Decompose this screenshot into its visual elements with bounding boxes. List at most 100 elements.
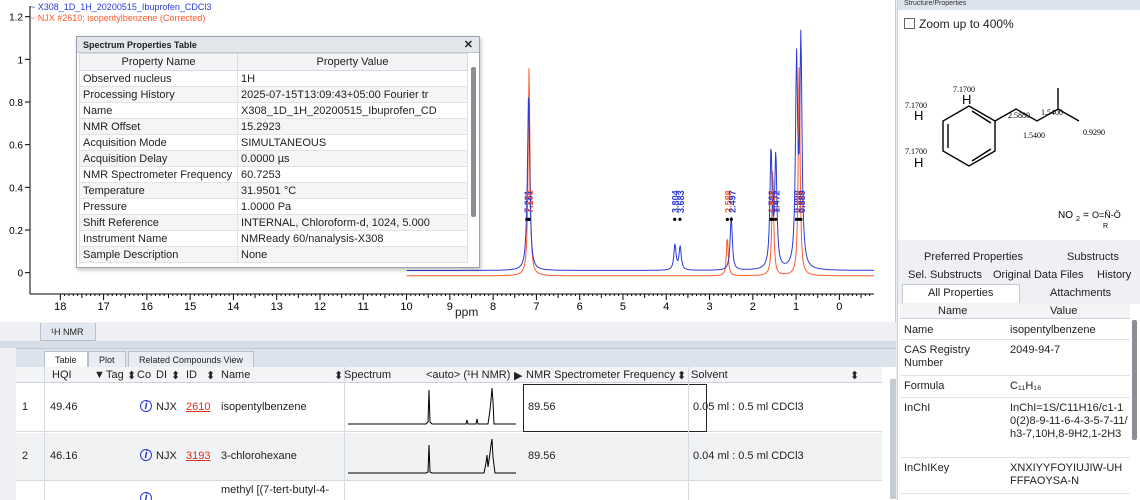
col-name[interactable]: Name xyxy=(938,305,967,317)
peak-marker xyxy=(799,217,803,221)
structure-panel-title: Structure/Properties xyxy=(898,0,1140,10)
sort-icon[interactable]: ⬍ xyxy=(850,369,859,382)
row-solvent: 0.04 ml : 0.5 ml CDCl3 xyxy=(693,450,804,462)
col-id[interactable]: ID xyxy=(186,369,197,381)
col-tag[interactable]: Tag xyxy=(106,369,124,381)
tab-attachments[interactable]: Attachments xyxy=(1050,287,1111,299)
grid-column-divider xyxy=(344,367,345,500)
table-row[interactable]: 1 49.46 i NJX 2610 isopentylbenzene 89.5… xyxy=(16,384,882,432)
property-row[interactable]: Formula C₁₁H₁₆ xyxy=(900,376,1130,398)
col-hqi[interactable]: HQI xyxy=(52,369,72,381)
x-tick-label: 1 xyxy=(793,301,799,313)
property-name: Temperature xyxy=(79,182,238,199)
x-tick-label: 7 xyxy=(533,301,539,313)
zoom-label: Zoom up to 400% xyxy=(919,17,1014,31)
col-auto-nmr[interactable]: <auto> (¹H NMR) xyxy=(426,369,510,381)
row-id-link[interactable]: 3193 xyxy=(186,450,210,462)
property-row[interactable]: CAS Registry Number 2049-94-7 xyxy=(900,340,1130,376)
properties-panel: Preferred Properties Substructs Sel. Sub… xyxy=(897,240,1140,500)
property-row[interactable]: Temperature 31.9501 °C xyxy=(79,182,468,199)
row-hqi: 49.46 xyxy=(50,401,78,413)
tab-preferred-properties[interactable]: Preferred Properties xyxy=(924,251,1023,263)
svg-text:O=N̈-Ö: O=N̈-Ö xyxy=(1092,210,1121,220)
peak-label: 0.889 xyxy=(797,190,807,213)
x-tick-label: 16 xyxy=(141,301,153,313)
property-row[interactable]: Sample Description None xyxy=(79,246,468,263)
col-name[interactable]: Name xyxy=(221,369,250,381)
property-row[interactable]: Instrument Name NMReady 60/nanalysis-X308 xyxy=(79,230,468,247)
row-name: 3-chlorohexane xyxy=(221,450,297,462)
properties-scrollbar[interactable] xyxy=(1132,320,1137,440)
x-tick-label: 14 xyxy=(227,301,239,313)
property-row[interactable]: Observed nucleus 1H xyxy=(79,70,468,87)
tab-1h-nmr[interactable]: ¹H NMR xyxy=(40,323,96,341)
x-tick-label: 18 xyxy=(54,301,66,313)
y-tick-label: 1.2 xyxy=(9,13,23,24)
col-property-name[interactable]: Property Name xyxy=(79,53,238,71)
property-row[interactable]: Acquisition Mode SIMULTANEOUS xyxy=(79,134,468,151)
sort-icon[interactable]: ⬍ xyxy=(334,369,343,382)
tab-history[interactable]: History xyxy=(1097,269,1131,281)
checkbox-icon[interactable] xyxy=(904,18,915,29)
spectrum-properties-table[interactable]: Spectrum Properties Table ✕ Property Nam… xyxy=(76,36,480,268)
tab-all-properties[interactable]: All Properties xyxy=(928,287,993,299)
property-row[interactable]: NMR Spectrometer Frequency 60.7253 xyxy=(79,166,468,183)
property-row[interactable]: Name isopentylbenzene xyxy=(900,320,1130,340)
property-name: Formula xyxy=(904,380,945,392)
peak-marker xyxy=(729,217,733,221)
col-co[interactable]: Co xyxy=(137,369,151,381)
zoom-checkbox[interactable]: Zoom up to 400% xyxy=(904,17,1014,31)
tab-plot[interactable]: Plot xyxy=(88,351,126,367)
tab-substructs[interactable]: Substructs xyxy=(1067,251,1119,263)
property-row[interactable]: InChIKey XNXIYYFOYIUJIW-UHFFFAOYSA-N xyxy=(900,458,1130,494)
sort-icon[interactable]: ⬍ xyxy=(677,369,686,382)
info-icon[interactable]: i xyxy=(140,449,152,461)
col-frequency[interactable]: NMR Spectrometer Frequency xyxy=(526,369,675,381)
property-name: Acquisition Delay xyxy=(79,150,238,167)
property-row[interactable]: Pressure 1.0000 Pa xyxy=(79,198,468,215)
property-name: Name xyxy=(79,102,238,119)
col-value[interactable]: Value xyxy=(1050,305,1077,317)
col-property-value[interactable]: Property Value xyxy=(237,53,468,71)
spectrum-view[interactable]: 18 17 16 15 14 13 12 11 10 9 8 7 6 5 4 3 2 1 0 0 0.2 0.4 0.6 0.… xyxy=(0,0,896,322)
property-row[interactable]: Shift Reference INTERNAL, Chloroform-d, 1… xyxy=(79,214,468,231)
property-row[interactable]: Acquisition Delay 0.0000 µs xyxy=(79,150,468,167)
col-solvent[interactable]: Solvent xyxy=(691,369,728,381)
grid-scrollbar[interactable] xyxy=(890,379,896,499)
structure-panel: Structure/Properties Zoom up to 400% 7.1… xyxy=(897,0,1140,240)
property-row[interactable]: Name X308_1D_1H_20200515_Ibuprofen_CD xyxy=(79,102,468,119)
col-expand-icon[interactable]: ▶ xyxy=(514,369,522,382)
tab-table[interactable]: Table xyxy=(44,351,88,367)
tab-sel-substructs[interactable]: Sel. Substructs xyxy=(908,269,982,281)
properties-scrollbar[interactable] xyxy=(471,67,476,217)
grid-header: HQI ▼ Tag ⬍ Co DI ⬍ ID ⬍ Name ⬍ Spectrum… xyxy=(16,367,882,383)
sort-icon[interactable]: ⬍ xyxy=(171,369,180,382)
table-row[interactable]: i methyl [(7-tert-butyl-4- xyxy=(16,482,882,500)
property-value: 0.0000 µs xyxy=(237,150,468,167)
molecule-structure[interactable]: 7.1700 7.1700 7.1700 2.5880 1.5400 1.540… xyxy=(898,60,1140,240)
table-row[interactable]: 2 46.16 i NJX 3193 3-chlorohexane 89.56 … xyxy=(16,433,882,481)
x-tick-label: 8 xyxy=(490,301,496,313)
peak-marker xyxy=(673,217,677,221)
property-name: InChI xyxy=(904,402,931,414)
tab-related-compounds[interactable]: Related Compounds View xyxy=(128,351,254,367)
x-tick-label: 12 xyxy=(314,301,326,313)
tab-original-data-files[interactable]: Original Data Files xyxy=(993,269,1083,281)
row-id-link[interactable]: 2610 xyxy=(186,401,210,413)
x-tick-label: 10 xyxy=(400,301,412,313)
col-di[interactable]: DI xyxy=(156,369,167,381)
property-row[interactable]: InChI InChI=1S/C11H16/c1-10(2)8-9-11-6-4… xyxy=(900,398,1130,458)
close-icon[interactable]: ✕ xyxy=(464,38,473,51)
properties-table-header[interactable]: Spectrum Properties Table ✕ xyxy=(77,37,479,53)
sort-icon[interactable]: ⬍ xyxy=(206,369,215,382)
sort-icon[interactable]: ⬍ xyxy=(127,369,136,382)
nitro-legend: NO 2 = O=N̈-Ö R xyxy=(1058,210,1121,230)
property-row[interactable]: NMR Offset 15.2923 xyxy=(79,118,468,135)
sort-desc-icon[interactable]: ▼ xyxy=(94,369,105,381)
col-spectrum[interactable]: Spectrum xyxy=(344,369,391,381)
info-icon[interactable]: i xyxy=(140,400,152,412)
row-hqi: 46.16 xyxy=(50,450,78,462)
property-row[interactable]: Processing History 2025-07-15T13:09:43+05… xyxy=(79,86,468,103)
row-index: 2 xyxy=(22,450,29,462)
info-icon[interactable]: i xyxy=(140,492,152,500)
